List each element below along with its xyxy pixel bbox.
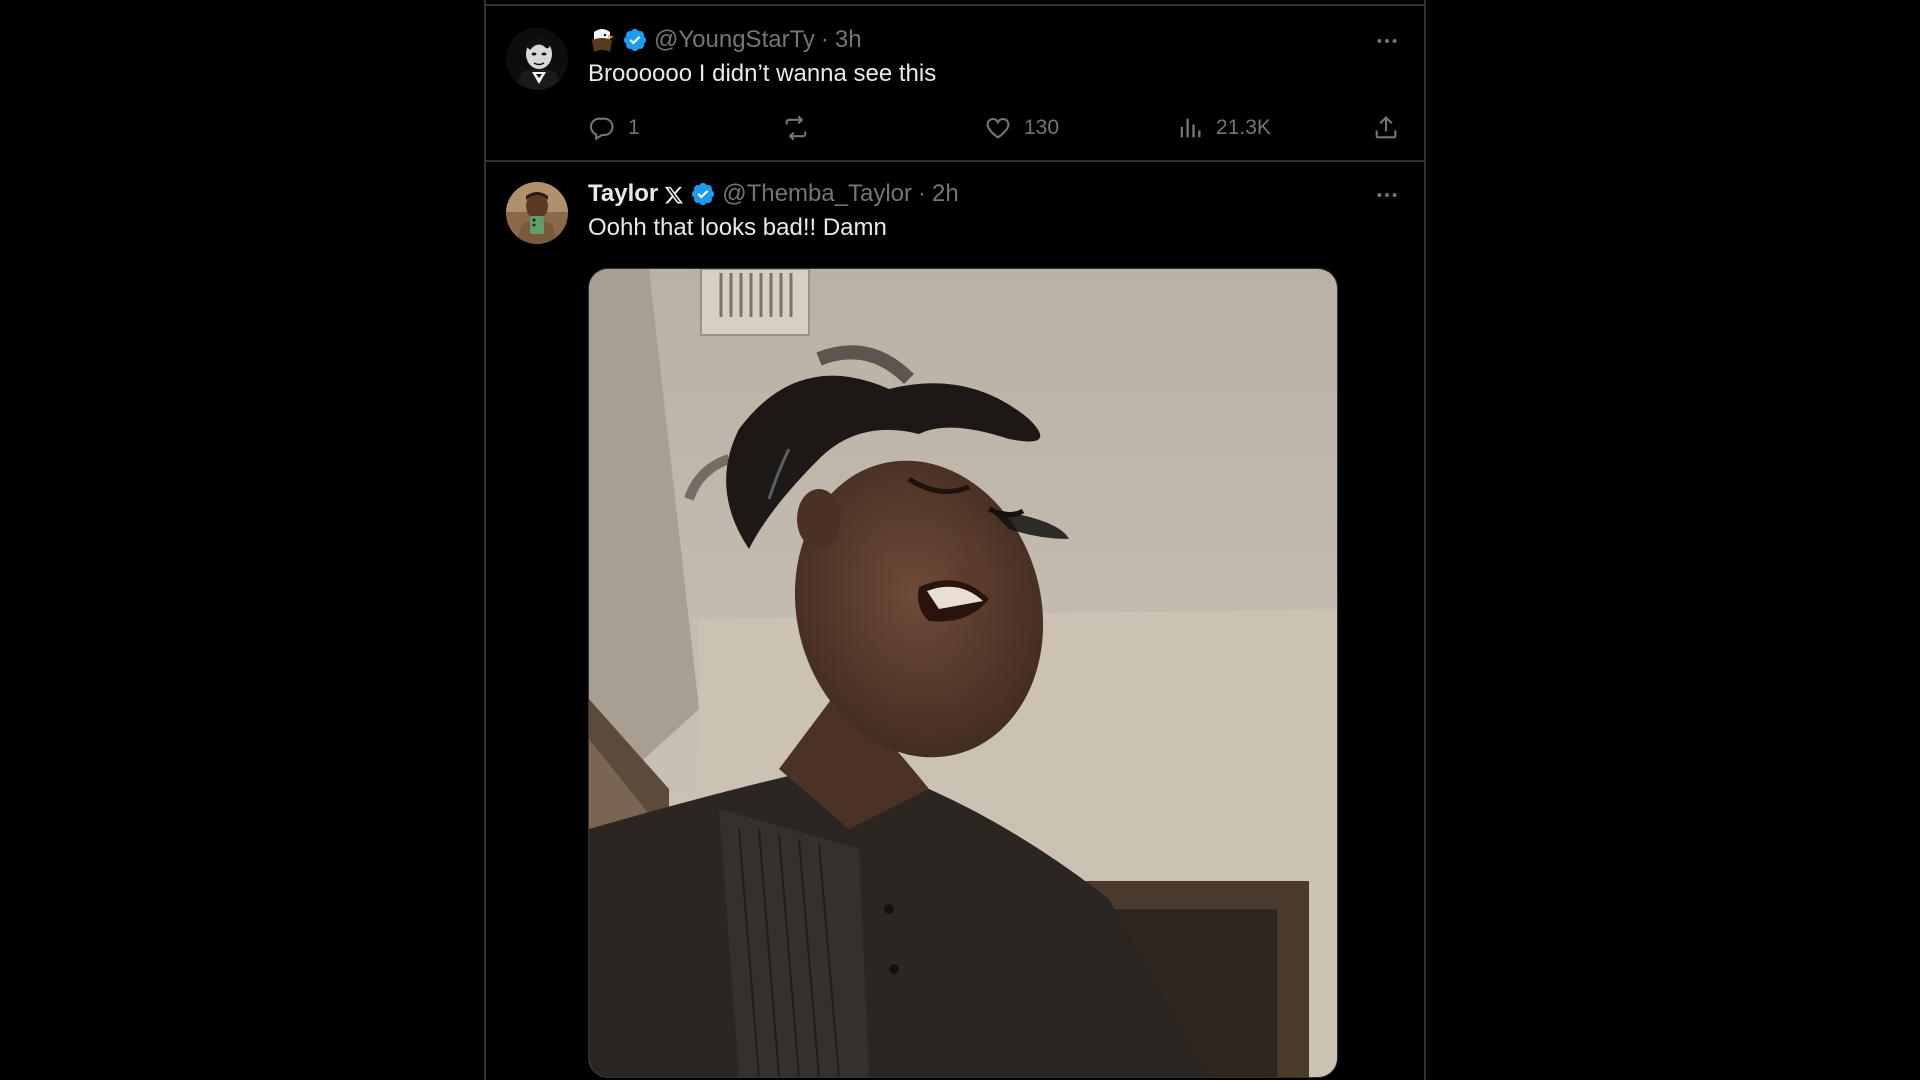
tweet-text: Broooooo I didn’t wanna see this — [588, 60, 937, 87]
timestamp[interactable]: 3h — [835, 26, 862, 54]
like-count: 130 — [1024, 116, 1060, 139]
avatar[interactable] — [506, 28, 568, 90]
tweet-actions: 1 130 21.3K — [588, 110, 1404, 146]
more-options-icon[interactable] — [1372, 180, 1402, 210]
separator-dot: · — [918, 180, 927, 207]
scarface-portrait-icon — [506, 28, 568, 90]
reply-count: 1 — [628, 116, 640, 139]
user-handle[interactable]: @YoungStarTy — [654, 26, 815, 54]
tweet-themba-taylor[interactable]: Taylor @Themba_Taylor · 2h Oohh that loo… — [486, 162, 1424, 1080]
tweet-header: @YoungStarTy · 3h — [588, 24, 1364, 56]
like-button[interactable]: 130 — [984, 110, 1059, 146]
views-button[interactable]: 21.3K — [1176, 110, 1271, 146]
repost-icon — [785, 115, 807, 141]
views-chart-icon — [1180, 118, 1201, 138]
timestamp[interactable]: 2h — [932, 180, 959, 208]
tweet-header: Taylor @Themba_Taylor · 2h — [588, 178, 1364, 210]
user-handle[interactable]: @Themba_Taylor — [722, 180, 912, 208]
person-selfie-icon — [506, 182, 568, 244]
view-count: 21.3K — [1216, 116, 1271, 139]
verified-badge-icon — [622, 27, 648, 53]
reply-icon — [589, 117, 614, 141]
more-options-icon[interactable] — [1372, 26, 1402, 56]
tweet-youngstarty[interactable]: @YoungStarTy · 3h Broooooo I didn’t wann… — [486, 6, 1424, 162]
heart-icon — [986, 117, 1010, 139]
display-name[interactable]: Taylor — [588, 180, 658, 208]
separator-dot: · — [820, 26, 829, 53]
verified-badge-icon — [690, 181, 716, 207]
eagle-icon — [588, 26, 616, 54]
share-button[interactable] — [1372, 110, 1400, 146]
tweet-media-photo[interactable] — [588, 268, 1338, 1078]
repost-button[interactable] — [782, 110, 822, 146]
x-logo-icon — [664, 184, 684, 204]
timeline-feed: @YoungStarTy · 3h Broooooo I didn’t wann… — [484, 0, 1426, 1080]
reply-button[interactable]: 1 — [588, 110, 640, 146]
tweet-text: Oohh that looks bad!! Damn — [588, 214, 887, 241]
share-icon — [1375, 116, 1397, 139]
avatar[interactable] — [506, 182, 568, 244]
grimacing-person-photo — [589, 269, 1337, 1077]
